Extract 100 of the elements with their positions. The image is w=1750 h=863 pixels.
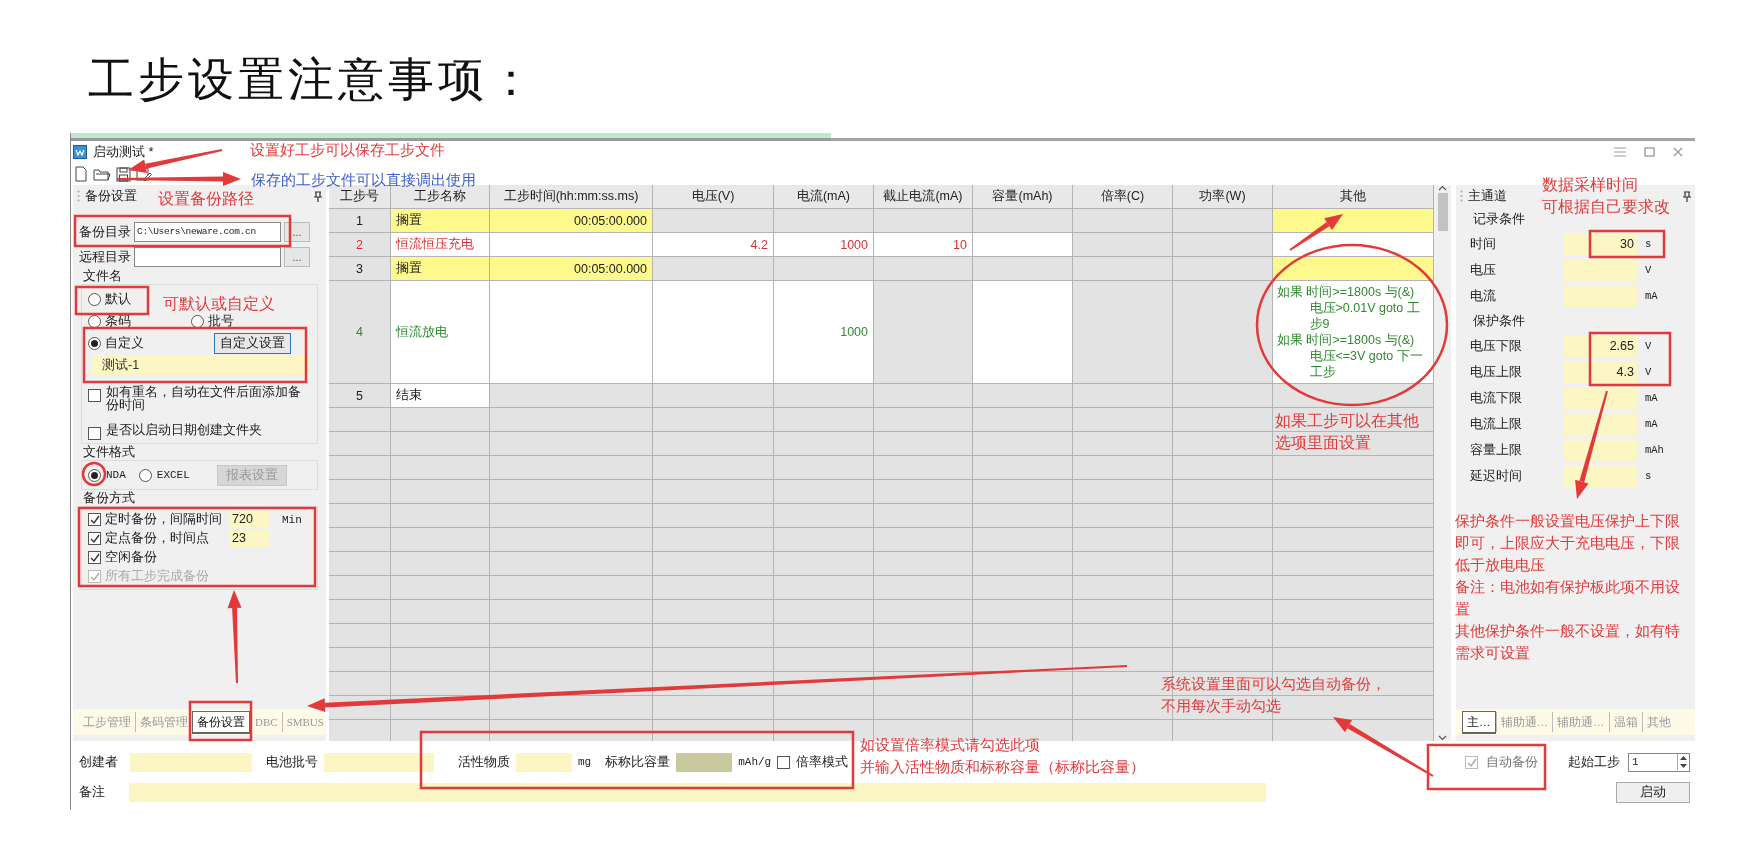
checkbox-label: 定时备份，间隔时间 (105, 511, 223, 528)
filename-field[interactable]: 测试-1 (92, 355, 309, 376)
maximize-icon[interactable] (1644, 147, 1655, 157)
column-header[interactable]: 截止电流(mA) (874, 185, 973, 209)
scrollbar[interactable] (1434, 185, 1451, 741)
step-spinner[interactable]: 1 (1628, 752, 1690, 772)
grip-icon[interactable] (1460, 190, 1463, 202)
table-cell: 1000 (774, 233, 874, 257)
unit-label: V (1645, 340, 1652, 352)
caret-down-icon[interactable] (1678, 762, 1689, 770)
checkbox[interactable] (88, 551, 101, 564)
table-cell: 1000 (774, 281, 874, 384)
check-icon (89, 514, 100, 525)
value-field[interactable] (1563, 439, 1637, 461)
unit-label: mA (1645, 392, 1658, 404)
checkbox[interactable] (88, 427, 101, 440)
annotation-text: 设置好工步可以保存工步文件 (250, 140, 445, 160)
column-header[interactable]: 容量(mAh) (973, 185, 1073, 209)
value-field[interactable] (1563, 285, 1637, 307)
table-cell: 10 (874, 233, 973, 257)
field-label: 时间 (1470, 235, 1497, 253)
radio-button[interactable] (191, 314, 204, 328)
radio-label: NDA (106, 469, 126, 481)
column-header[interactable]: 工步时间(hh:mm:ss.ms) (490, 185, 653, 209)
unit-label: V (1645, 264, 1652, 276)
spinner-value: 1 (1632, 756, 1639, 768)
value-field[interactable]: 2.65 (1563, 335, 1637, 357)
new-file-icon[interactable] (74, 166, 88, 182)
radio-button[interactable] (88, 468, 101, 482)
checkbox[interactable] (88, 532, 101, 545)
path-field[interactable] (134, 247, 281, 267)
value-field[interactable] (1563, 387, 1637, 409)
checkbox-label: 定点备份，时间点 (105, 530, 210, 547)
field-label: 电池批号 (266, 753, 318, 771)
field-label: 电压下限 (1470, 337, 1523, 355)
unit-label: mAh (1645, 444, 1664, 456)
note-field[interactable] (129, 782, 1266, 802)
panel-title: 主通道 (1468, 187, 1507, 205)
radio-button[interactable] (88, 336, 101, 350)
annotation-text: 选项里面设置 (1275, 433, 1372, 453)
panel-tab[interactable]: 备份设置 (192, 710, 250, 734)
value-field[interactable] (1563, 259, 1637, 281)
active-material-field[interactable] (516, 752, 572, 772)
column-header[interactable]: 倍率(C) (1073, 185, 1173, 209)
radio-button[interactable] (88, 292, 101, 306)
custom-settings-button[interactable]: 自定义设置 (214, 332, 291, 354)
field-label: 电流下限 (1470, 389, 1523, 407)
scroll-thumb[interactable] (1437, 193, 1448, 231)
unit-label: mg (578, 756, 592, 768)
browse-button[interactable]: ... (284, 222, 310, 242)
path-field[interactable]: C:\Users\neware.com.cn (134, 222, 281, 242)
grip-icon[interactable] (77, 190, 80, 202)
checkbox[interactable] (88, 389, 101, 402)
section-label: 保护条件 (1473, 313, 1525, 330)
annotation-arrow (1289, 214, 1343, 251)
field-label: 电流上限 (1470, 415, 1523, 433)
table-cell: 搁置 (391, 209, 490, 233)
pin-icon[interactable] (1683, 190, 1691, 202)
batch-field[interactable] (324, 752, 434, 772)
folder-icon[interactable] (93, 167, 111, 181)
caret-up-icon[interactable] (1678, 754, 1689, 762)
caret-up-icon[interactable] (1438, 185, 1447, 191)
checkbox[interactable] (88, 513, 101, 526)
field-label: 远程目录 (79, 248, 131, 266)
value-field[interactable]: 4.3 (1563, 361, 1637, 383)
column-header[interactable]: 电压(V) (653, 185, 774, 209)
unit-label: s (1645, 238, 1652, 250)
column-header[interactable]: 其他 (1273, 185, 1434, 209)
browse-button[interactable]: ... (284, 247, 310, 267)
table-cell: 4 (329, 281, 391, 384)
check-icon (89, 533, 100, 544)
check-icon (89, 571, 100, 582)
checkbox-label: 所有工步完成备份 (105, 568, 209, 585)
column-header[interactable]: 功率(W) (1173, 185, 1273, 209)
close-icon[interactable] (1673, 147, 1683, 157)
app-icon (73, 145, 87, 159)
annotation-text: 如设置倍率模式请勾选此项 (860, 735, 1041, 755)
creator-field[interactable] (130, 752, 252, 772)
field-label: 备注 (79, 783, 105, 801)
annotation-text: 设置备份路径 (158, 189, 254, 209)
highlight-box (188, 700, 253, 742)
save-icon[interactable] (116, 166, 131, 182)
start-button[interactable]: 启动 (1616, 781, 1690, 803)
column-header[interactable]: 电流(mA) (774, 185, 874, 209)
value-field[interactable]: 720 (229, 511, 270, 528)
radio-label: 默认 (105, 290, 131, 308)
checkbox[interactable] (777, 755, 791, 769)
panel-tab[interactable]: 主… (1462, 710, 1496, 734)
value-field[interactable] (1563, 465, 1637, 487)
annotation-text: 如果工步可以在其他 (1275, 411, 1419, 431)
group-label: 备份方式 (82, 490, 135, 504)
pin-icon[interactable] (314, 190, 322, 202)
radio-button[interactable] (138, 468, 152, 482)
caret-down-icon[interactable] (1438, 735, 1447, 741)
unit-label: mAh/g (738, 756, 772, 768)
table-cell: 恒流放电 (391, 281, 490, 384)
value-field[interactable] (1563, 413, 1637, 435)
value-field[interactable]: 23 (229, 530, 270, 547)
table-cell: 2 (329, 233, 391, 257)
value-field[interactable]: 30 (1563, 233, 1637, 255)
